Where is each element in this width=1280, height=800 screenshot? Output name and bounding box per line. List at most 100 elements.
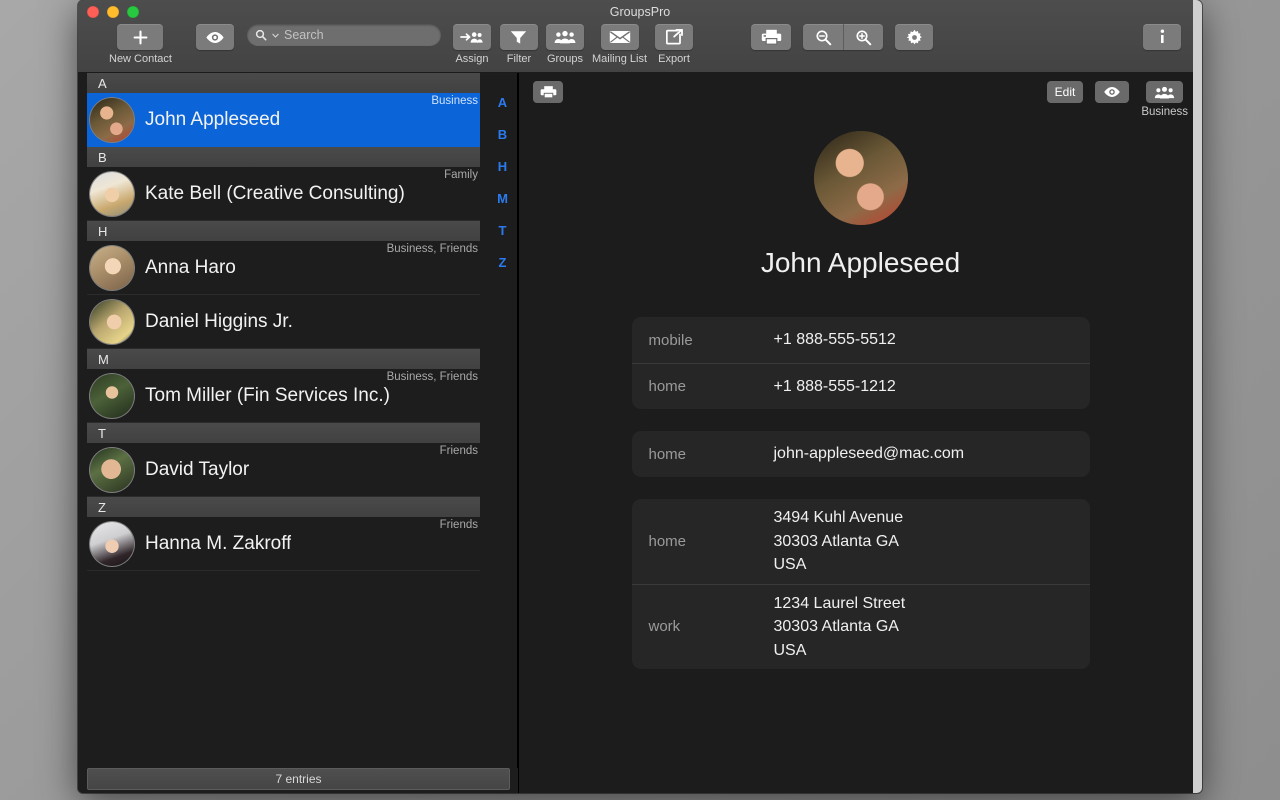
contact-row[interactable]: Daniel Higgins Jr. (87, 295, 480, 349)
contact-avatar-large (813, 131, 908, 225)
filter-button[interactable]: Filter (499, 24, 538, 65)
contact-row[interactable]: Anna Haro Business, Friends (87, 241, 480, 295)
export-label: Export (658, 53, 690, 65)
contact-field[interactable]: home john-appleseed@mac.com (632, 431, 1090, 477)
field-value: 1234 Laurel Street 30303 Atlanta GA USA (773, 594, 906, 659)
contact-field[interactable]: home +1 888-555-1212 (631, 363, 1090, 409)
field-value: john-appleseed@mac.com (773, 445, 965, 463)
contact-name: Daniel Higgins Jr. (145, 310, 293, 332)
detail-toolbar: Edit Business (519, 73, 1202, 118)
detail-groups-button[interactable]: Business (1141, 81, 1188, 118)
section-header: T (87, 423, 480, 443)
window-title: GroupsPro (609, 5, 671, 19)
index-letter[interactable]: H (498, 159, 507, 174)
search-icon (255, 29, 267, 41)
zoom-out-icon[interactable] (803, 24, 843, 50)
field-card: home 3494 Kuhl Avenue 30303 Atlanta GA US… (631, 499, 1090, 670)
contacts-sidebar: A John Appleseed Business B Kate Bell (Creat… (78, 73, 519, 793)
contact-list[interactable]: A John Appleseed Business B Kate Bell (Creat… (78, 73, 488, 768)
contact-name: Tom Miller (Fin Services Inc.) (145, 384, 390, 406)
status-bar: 7 entries (87, 768, 510, 790)
contact-avatar (89, 244, 135, 291)
contact-list-area: A John Appleseed Business B Kate Bell (Creat… (78, 73, 518, 768)
settings-button[interactable] (895, 24, 934, 50)
search-input[interactable]: Search (246, 24, 441, 46)
printer-icon (540, 86, 556, 99)
search-field-wrap[interactable]: Search (246, 24, 441, 46)
zoom-segmented-control[interactable] (803, 24, 884, 50)
contact-name: John Appleseed (145, 108, 281, 130)
eye-icon (195, 24, 234, 50)
field-card: home john-appleseed@mac.com (631, 431, 1090, 477)
export-button[interactable]: Export (655, 24, 694, 65)
field-value: +1 888-555-5512 (773, 331, 896, 349)
export-icon (655, 24, 694, 50)
avatar-image (90, 373, 134, 418)
avatar-image (90, 97, 134, 142)
filter-label: Filter (506, 53, 532, 65)
section-header: B (87, 147, 480, 167)
index-letter[interactable]: M (497, 191, 508, 206)
contact-groups: Business, Friends (386, 243, 478, 255)
envelope-icon (600, 24, 639, 50)
contact-hero: John Appleseed (519, 131, 1202, 279)
zoom-in-icon[interactable] (843, 24, 883, 50)
gear-icon (895, 24, 934, 50)
groups-icon (1154, 86, 1175, 98)
field-label: home (648, 378, 687, 395)
avatar-image (90, 447, 134, 492)
mailing-list-button[interactable]: Mailing List (592, 24, 647, 65)
index-letter[interactable]: T (499, 223, 507, 238)
contact-avatar (89, 520, 135, 567)
contact-row[interactable]: Tom Miller (Fin Services Inc.) Business, … (87, 369, 480, 423)
search-placeholder: Search (283, 28, 324, 42)
print-button[interactable] (751, 24, 792, 50)
preview-button[interactable] (195, 24, 234, 50)
avatar-image (90, 299, 134, 344)
contact-field[interactable]: mobile +1 888-555-5512 (632, 317, 1090, 363)
index-letter[interactable]: A (498, 95, 507, 110)
detail-preview-button[interactable] (1095, 81, 1130, 103)
section-header: H (87, 221, 480, 241)
assign-button[interactable]: Assign (452, 24, 491, 65)
detail-print-button[interactable] (533, 81, 563, 103)
index-letter[interactable]: B (498, 127, 507, 142)
contact-field[interactable]: home 3494 Kuhl Avenue 30303 Atlanta GA US… (632, 499, 1090, 584)
contact-row[interactable]: Kate Bell (Creative Consulting) Family (87, 167, 480, 221)
avatar-image (90, 171, 134, 216)
app-window: GroupsPro New Contact Search Assign Filt… (78, 0, 1202, 793)
toolbar: New Contact Search Assign Filter Groups … (78, 24, 1202, 72)
edit-button[interactable]: Edit (1046, 81, 1084, 103)
assign-icon (452, 24, 491, 50)
contact-field[interactable]: work 1234 Laurel Street 30303 Atlanta GA … (631, 583, 1090, 670)
info-icon (1143, 24, 1181, 50)
eye-icon (1104, 87, 1121, 97)
detail-group-label: Business (1141, 106, 1188, 118)
groups-icon (545, 24, 584, 50)
field-label: work (648, 618, 681, 636)
field-label: mobile (648, 331, 693, 349)
contact-name: Anna Haro (145, 256, 236, 278)
avatar-image (813, 131, 908, 225)
window-scrollbar[interactable] (1193, 0, 1202, 793)
new-contact-button[interactable]: New Contact (109, 24, 172, 65)
section-header: M (87, 349, 480, 369)
chevron-down-icon (272, 33, 279, 38)
index-letter[interactable]: Z (499, 255, 507, 270)
plus-icon (117, 24, 164, 50)
mailing-list-label: Mailing List (591, 53, 648, 65)
contact-row[interactable]: John Appleseed Business (87, 93, 480, 147)
contact-groups: Family (444, 169, 478, 181)
contact-row[interactable]: David Taylor Friends (87, 443, 480, 497)
avatar-image (90, 245, 134, 290)
contact-name-heading: John Appleseed (760, 247, 961, 278)
groups-button[interactable]: Groups (545, 24, 584, 65)
info-button[interactable] (1143, 24, 1181, 50)
field-card: mobile +1 888-555-5512 home +1 888-555-1212 (631, 317, 1090, 409)
title-bar: GroupsPro New Contact Search Assign Filt… (78, 0, 1202, 73)
alphabet-index[interactable]: A B H M T Z (488, 73, 518, 768)
contact-row[interactable]: Hanna M. Zakroff Friends (87, 517, 480, 571)
avatar-image (90, 521, 134, 566)
contact-avatar (89, 372, 135, 419)
section-header: A (87, 73, 480, 93)
